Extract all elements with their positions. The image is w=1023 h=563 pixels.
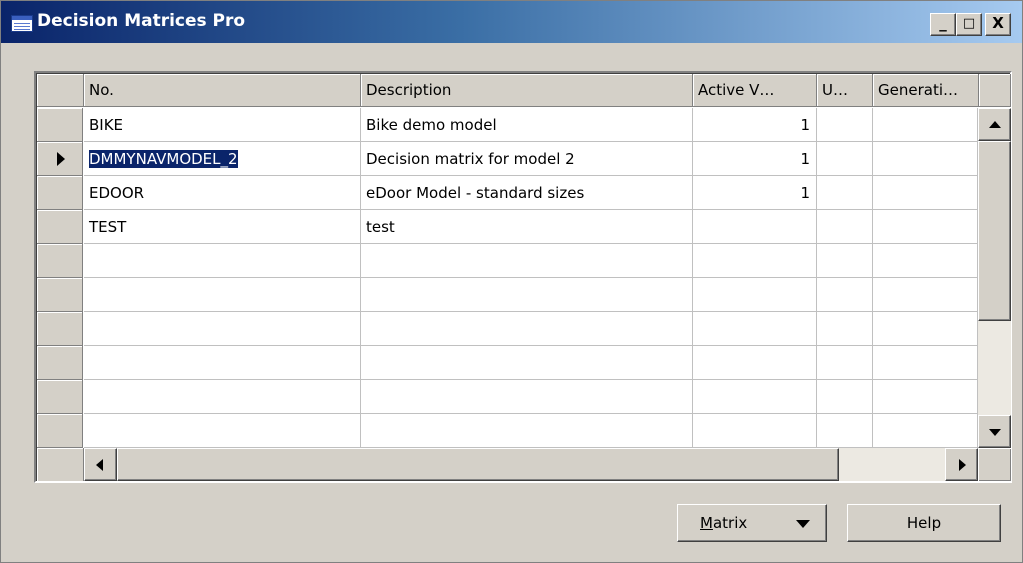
- window-title: Decision Matrices Pro: [37, 11, 246, 31]
- help-button[interactable]: Help: [847, 504, 1001, 542]
- arrow-up-icon: [989, 121, 1001, 128]
- row-selector[interactable]: [37, 380, 83, 414]
- help-button-label: Help: [906, 514, 942, 532]
- cell-no[interactable]: DMMYNAVMODEL_2: [84, 142, 361, 176]
- scroll-thumb-horizontal[interactable]: [117, 448, 839, 481]
- horizontal-scrollbar[interactable]: [84, 448, 978, 481]
- column-header-generation[interactable]: Generati…: [873, 74, 979, 107]
- cell-active-version[interactable]: 1: [693, 108, 817, 142]
- row-selector[interactable]: [37, 142, 83, 176]
- column-header-active-version[interactable]: Active V…: [693, 74, 817, 107]
- row-selector[interactable]: [37, 414, 83, 448]
- cell-u[interactable]: [817, 142, 873, 176]
- dropdown-arrow-icon: [796, 520, 810, 528]
- cell-active-version[interactable]: [693, 210, 817, 244]
- empty-cell[interactable]: [84, 380, 361, 414]
- row-selector[interactable]: [37, 278, 83, 312]
- header-filler: [979, 74, 1011, 107]
- vertical-scrollbar[interactable]: [978, 108, 1011, 448]
- current-row-icon: [57, 152, 65, 166]
- empty-cell[interactable]: [361, 380, 693, 414]
- cell-description[interactable]: test: [361, 210, 693, 244]
- decision-matrices-window: Decision Matrices Pro _ □ X No. Descript…: [0, 0, 1023, 563]
- empty-cell[interactable]: [873, 312, 978, 346]
- cell-generation[interactable]: [873, 108, 978, 142]
- scroll-left-button[interactable]: [84, 448, 117, 481]
- cell-generation[interactable]: [873, 142, 978, 176]
- empty-cell[interactable]: [817, 244, 873, 278]
- arrow-down-icon: [989, 429, 1001, 436]
- empty-cell[interactable]: [84, 346, 361, 380]
- cell-no[interactable]: TEST: [84, 210, 361, 244]
- empty-cell[interactable]: [817, 346, 873, 380]
- column-header-description[interactable]: Description: [361, 74, 693, 107]
- cell-u[interactable]: [817, 108, 873, 142]
- maximize-icon: □: [962, 16, 976, 31]
- cell-u[interactable]: [817, 176, 873, 210]
- empty-cell[interactable]: [84, 414, 361, 448]
- scrollbar-corner-left: [37, 448, 84, 481]
- cell-no[interactable]: BIKE: [84, 108, 361, 142]
- empty-cell[interactable]: [693, 380, 817, 414]
- row-selector[interactable]: [37, 108, 83, 142]
- maximize-button[interactable]: □: [956, 13, 982, 36]
- minimize-button[interactable]: _: [930, 13, 956, 36]
- header-corner[interactable]: [37, 74, 84, 107]
- minimize-icon: _: [939, 14, 947, 32]
- empty-cell[interactable]: [817, 278, 873, 312]
- arrow-left-icon: [96, 459, 103, 471]
- arrow-right-icon: [959, 459, 966, 471]
- empty-cell[interactable]: [361, 244, 693, 278]
- empty-cell[interactable]: [817, 414, 873, 448]
- scroll-right-button[interactable]: [945, 448, 978, 481]
- cell-description[interactable]: Bike demo model: [361, 108, 693, 142]
- empty-cell[interactable]: [84, 312, 361, 346]
- row-selector[interactable]: [37, 244, 83, 278]
- column-header-u[interactable]: U…: [817, 74, 873, 107]
- selected-text: DMMYNAVMODEL_2: [89, 150, 238, 168]
- row-selector[interactable]: [37, 210, 83, 244]
- cell-no[interactable]: EDOOR: [84, 176, 361, 210]
- scrollbar-corner-right: [978, 448, 1011, 481]
- row-selector[interactable]: [37, 312, 83, 346]
- row-selector[interactable]: [37, 346, 83, 380]
- scroll-down-button[interactable]: [978, 415, 1011, 448]
- empty-cell[interactable]: [873, 380, 978, 414]
- table-icon: [11, 15, 33, 32]
- cell-description[interactable]: Decision matrix for model 2: [361, 142, 693, 176]
- empty-cell[interactable]: [361, 278, 693, 312]
- close-icon: X: [992, 14, 1004, 32]
- scroll-thumb[interactable]: [978, 141, 1011, 321]
- empty-cell[interactable]: [873, 414, 978, 448]
- cell-active-version[interactable]: 1: [693, 176, 817, 210]
- close-button[interactable]: X: [985, 13, 1011, 36]
- empty-cell[interactable]: [361, 414, 693, 448]
- empty-cell[interactable]: [361, 312, 693, 346]
- matrix-button-label: Matrix: [700, 514, 748, 532]
- scroll-up-button[interactable]: [978, 108, 1011, 141]
- empty-cell[interactable]: [693, 414, 817, 448]
- empty-cell[interactable]: [873, 278, 978, 312]
- cell-generation[interactable]: [873, 176, 978, 210]
- empty-cell[interactable]: [693, 278, 817, 312]
- cell-generation[interactable]: [873, 210, 978, 244]
- empty-cell[interactable]: [817, 380, 873, 414]
- matrix-menu-button[interactable]: Matrix: [677, 504, 827, 542]
- matrices-grid: No. Description Active V… U… Generati… B…: [34, 71, 1012, 483]
- empty-cell[interactable]: [84, 244, 361, 278]
- cell-description[interactable]: eDoor Model - standard sizes: [361, 176, 693, 210]
- empty-cell[interactable]: [873, 346, 978, 380]
- empty-cell[interactable]: [84, 278, 361, 312]
- empty-cell[interactable]: [693, 346, 817, 380]
- empty-cell[interactable]: [817, 312, 873, 346]
- empty-cell[interactable]: [361, 346, 693, 380]
- empty-cell[interactable]: [873, 244, 978, 278]
- column-header-no[interactable]: No.: [84, 74, 361, 107]
- cell-u[interactable]: [817, 210, 873, 244]
- title-bar[interactable]: Decision Matrices Pro _ □ X: [1, 1, 1022, 43]
- cell-active-version[interactable]: 1: [693, 142, 817, 176]
- row-selector[interactable]: [37, 176, 83, 210]
- empty-cell[interactable]: [693, 244, 817, 278]
- empty-cell[interactable]: [693, 312, 817, 346]
